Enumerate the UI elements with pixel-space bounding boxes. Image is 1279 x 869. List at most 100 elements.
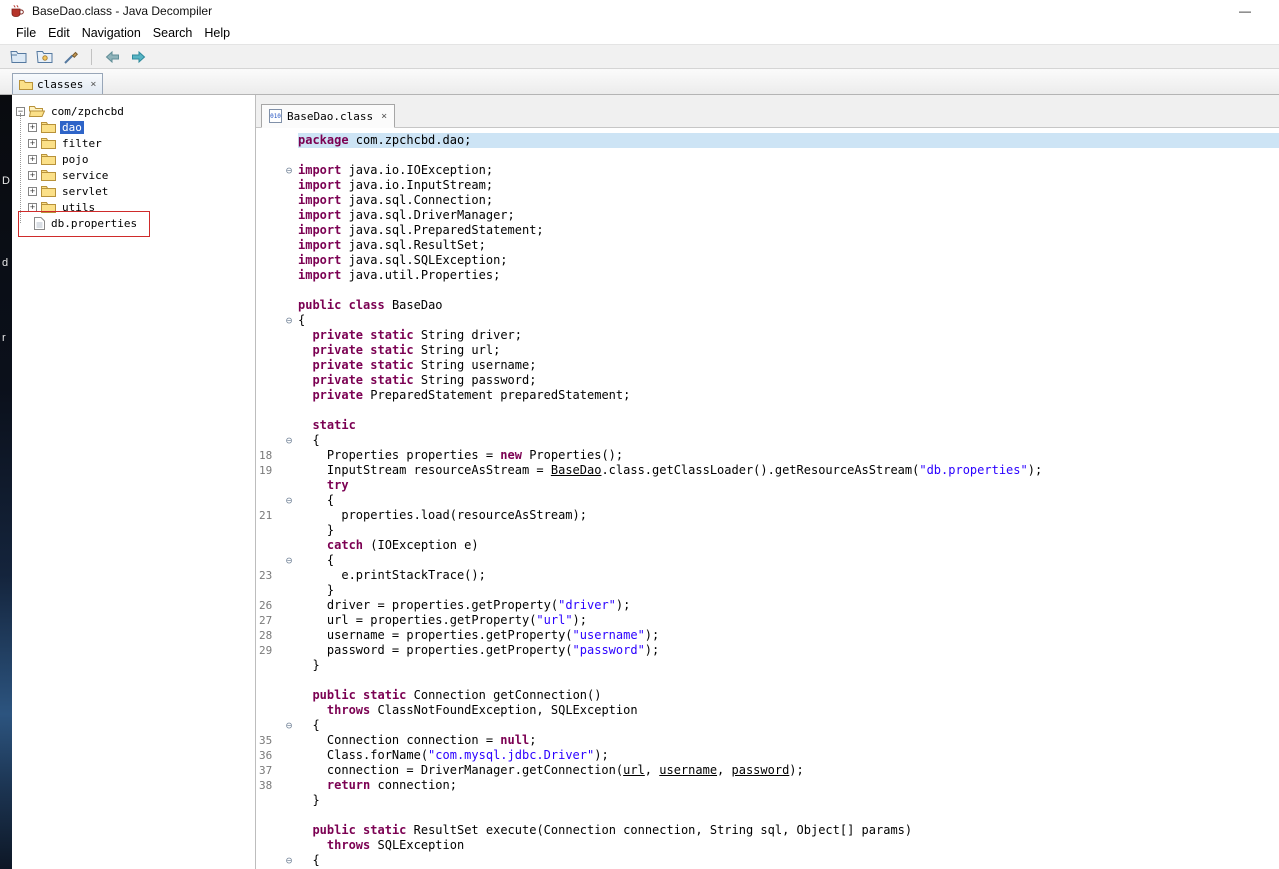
tree-item-label: servlet xyxy=(62,184,109,198)
menu-help[interactable]: Help xyxy=(198,26,236,40)
line-number: 18 xyxy=(259,449,273,462)
fold-marker-icon[interactable]: ⊖ xyxy=(280,163,298,178)
expand-icon[interactable]: + xyxy=(28,138,37,148)
code-link[interactable]: BaseDao xyxy=(551,463,602,477)
code-line: private static String driver; xyxy=(256,328,1279,343)
fold-gutter xyxy=(280,643,298,658)
code-text: private static String driver; xyxy=(312,328,522,342)
tree-item-utils[interactable]: + utils xyxy=(24,199,255,215)
code-text: import java.io.InputStream; xyxy=(298,178,494,192)
code-text: InputStream resourceAsStream = BaseDao.c… xyxy=(298,463,1043,477)
code-text: try xyxy=(326,478,349,492)
line-number xyxy=(256,493,280,508)
fold-gutter xyxy=(280,688,298,703)
tab-classes[interactable]: classes × xyxy=(12,73,104,94)
line-number xyxy=(256,283,280,298)
open-file-button[interactable] xyxy=(8,47,30,67)
code-text: Properties properties = new Properties()… xyxy=(298,448,624,462)
tree-item-db.properties[interactable]: db.properties xyxy=(24,215,255,231)
fold-marker-icon[interactable]: ⊖ xyxy=(280,553,298,568)
fold-marker-icon[interactable]: ⊖ xyxy=(280,853,298,868)
fold-gutter xyxy=(280,733,298,748)
fold-gutter xyxy=(280,808,298,823)
fold-gutter xyxy=(280,373,298,388)
code-line: } xyxy=(256,583,1279,598)
tree-root-label: com/zpchcbd xyxy=(51,104,124,118)
close-icon[interactable]: × xyxy=(381,111,387,122)
back-button[interactable] xyxy=(101,47,123,67)
menu-file[interactable]: File xyxy=(10,26,42,40)
expand-icon[interactable]: + xyxy=(28,122,37,132)
forward-button[interactable] xyxy=(127,47,149,67)
fold-gutter xyxy=(280,448,298,463)
expand-icon[interactable]: + xyxy=(28,154,37,164)
open-type-button[interactable] xyxy=(34,47,56,67)
package-tree-panel: − com/zpchcbd + dao + filter + pojo + service + s… xyxy=(12,95,256,869)
desktop-icon-text: r xyxy=(2,332,6,344)
toolbar-separator xyxy=(91,48,92,65)
tree-item-filter[interactable]: + filter xyxy=(24,135,255,151)
menu-navigation[interactable]: Navigation xyxy=(76,26,147,40)
code-text: private static String username; xyxy=(312,358,537,372)
line-number xyxy=(256,343,280,358)
code-line xyxy=(256,808,1279,823)
main-area: D d r − com/zpchcbd + dao + filter + pojo + ser… xyxy=(0,95,1279,869)
fold-marker-icon[interactable]: ⊖ xyxy=(280,718,298,733)
expand-icon[interactable]: + xyxy=(28,186,37,196)
tree-item-pojo[interactable]: + pojo xyxy=(24,151,255,167)
code-text: return connection; xyxy=(326,778,457,792)
code-text: import java.sql.PreparedStatement; xyxy=(298,223,544,237)
line-number xyxy=(256,178,280,193)
line-number: 37 xyxy=(259,764,273,777)
title-bar: BaseDao.class - Java Decompiler — xyxy=(0,0,1279,22)
close-icon[interactable]: × xyxy=(90,79,96,90)
line-number: 23 xyxy=(259,569,273,582)
jd-gui-window: BaseDao.class - Java Decompiler — File E… xyxy=(0,0,1279,869)
code-link[interactable]: username xyxy=(659,763,717,777)
desktop-icon-text: d xyxy=(2,257,9,269)
tree-item-dao[interactable]: + dao xyxy=(24,119,255,135)
fold-gutter xyxy=(280,748,298,763)
menu-bar: File Edit Navigation Search Help xyxy=(0,22,1279,44)
fold-marker-icon[interactable]: ⊖ xyxy=(280,493,298,508)
search-button[interactable] xyxy=(60,47,82,67)
code-link[interactable]: password xyxy=(732,763,790,777)
code-text: catch (IOException e) xyxy=(326,538,479,552)
line-number xyxy=(256,673,280,688)
minimize-button[interactable]: — xyxy=(1239,4,1251,18)
tab-basedao-class[interactable]: 010 BaseDao.class × xyxy=(261,104,396,128)
fold-marker-icon[interactable]: ⊖ xyxy=(280,433,298,448)
line-number xyxy=(256,553,280,568)
code-text: connection = DriverManager.getConnection… xyxy=(298,763,804,777)
expand-icon[interactable]: + xyxy=(28,170,37,180)
tree-item-label: pojo xyxy=(62,152,89,166)
fold-gutter xyxy=(280,673,298,688)
code-line: 19 InputStream resourceAsStream = BaseDa… xyxy=(256,463,1279,478)
tree-item-service[interactable]: + service xyxy=(24,167,255,183)
fold-marker-icon[interactable]: ⊖ xyxy=(280,313,298,328)
fold-gutter xyxy=(280,793,298,808)
code-text: public class BaseDao xyxy=(298,298,443,312)
expand-icon[interactable]: + xyxy=(28,202,37,212)
folder-icon xyxy=(41,153,56,165)
line-number xyxy=(256,253,280,268)
fold-gutter xyxy=(280,403,298,418)
code-editor[interactable]: package com.zpchcbd.dao; ⊖ import java.io.… xyxy=(256,128,1279,869)
code-lines: package com.zpchcbd.dao; ⊖ import java.io.… xyxy=(256,133,1279,868)
code-link[interactable]: url xyxy=(623,763,645,777)
fold-gutter xyxy=(280,238,298,253)
line-number xyxy=(256,418,280,433)
menu-edit[interactable]: Edit xyxy=(42,26,76,40)
menu-search[interactable]: Search xyxy=(147,26,199,40)
folder-icon xyxy=(41,121,56,133)
fold-gutter xyxy=(280,463,298,478)
folder-icon xyxy=(19,79,33,90)
tree-item-root[interactable]: − com/zpchcbd xyxy=(12,103,255,119)
code-line xyxy=(256,673,1279,688)
tree-item-servlet[interactable]: + servlet xyxy=(24,183,255,199)
code-text: { xyxy=(298,718,320,732)
code-text: public static ResultSet execute(Connecti… xyxy=(312,823,913,837)
fold-gutter xyxy=(280,598,298,613)
